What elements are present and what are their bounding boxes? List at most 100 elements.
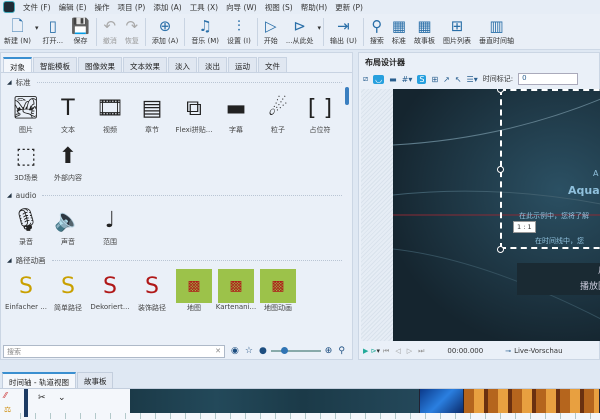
object-item[interactable]: ▬ 字幕 xyxy=(215,91,257,139)
dropdown-icon[interactable]: ▾ xyxy=(318,14,322,32)
section-header[interactable]: ◢ 标准 xyxy=(7,77,352,88)
object-item[interactable]: ☄ 粒子 xyxy=(257,91,299,139)
menu-help[interactable]: 帮助(H) xyxy=(297,2,332,13)
object-item[interactable]: T 文本 xyxy=(47,91,89,139)
handle-bottom[interactable] xyxy=(497,246,504,253)
icon-size-slider[interactable] xyxy=(270,347,321,354)
time-marker-input[interactable]: 0 xyxy=(518,73,579,85)
live-preview-button[interactable]: Live-Vorschau xyxy=(514,347,562,355)
object-item[interactable]: ▤ 章节 xyxy=(131,91,173,139)
toolbar-button-add[interactable]: ⊕ 添加 (A) xyxy=(148,14,182,46)
object-item[interactable]: ⬆ 外部内容 xyxy=(47,139,89,187)
object-item[interactable]: ♩ 范围 xyxy=(89,203,131,251)
frame-icon[interactable]: ⊞ xyxy=(431,75,438,84)
remove-point-icon[interactable]: ↖ xyxy=(455,75,462,84)
toolbar-button-vertical-timeline[interactable]: ▥ 垂直时间轴 xyxy=(475,14,518,46)
toolbar-button-open[interactable]: ▯ 打开... xyxy=(38,14,67,46)
object-item[interactable]: S 简单路径 xyxy=(47,269,89,317)
grid-icon[interactable]: #▾ xyxy=(402,75,413,84)
play-icon[interactable]: ▶ xyxy=(363,347,368,355)
tab-3[interactable]: 文本效果 xyxy=(123,57,167,72)
tab-0[interactable]: 对象 xyxy=(3,57,32,72)
object-item[interactable]: 🏞 图片 xyxy=(5,91,47,139)
toolbar-button-standard-view[interactable]: ▦ 标准 xyxy=(388,14,410,46)
preview-canvas[interactable]: 1 : 1 A Aqua 在此示例中，您将了解 在时间线中，您 户 播放图 xyxy=(393,89,600,341)
toolbar-button-export[interactable]: ⇥ 输出 (U) xyxy=(326,14,361,46)
object-item[interactable]: 🔈 声音 xyxy=(47,203,89,251)
add-point-icon[interactable]: ↗ xyxy=(443,75,450,84)
object-item[interactable]: ⧉ Flexi拼贴... xyxy=(173,91,215,139)
zoom-out-icon[interactable]: ● xyxy=(259,346,267,356)
collapse-icon[interactable]: ◢ xyxy=(7,79,12,86)
clear-icon[interactable]: ✕ xyxy=(215,347,221,356)
tab-1[interactable]: 智能模板 xyxy=(33,57,77,72)
eye-icon[interactable]: ◉ xyxy=(231,346,239,356)
section-header[interactable]: ◢ audio xyxy=(7,191,352,200)
toolbar-button-music[interactable]: ♫ 音乐 (M) xyxy=(187,14,223,46)
tab-5[interactable]: 淡出 xyxy=(198,57,227,72)
select-tool-icon[interactable]: ⧄ xyxy=(363,74,368,84)
toolbar-button-storyboard[interactable]: ▦ 故事板 xyxy=(410,14,439,46)
menu-file[interactable]: 文件 (F) xyxy=(19,2,55,13)
toolbar-button-image-list[interactable]: ⊞ 图片列表 xyxy=(439,14,475,46)
toolbar-button-redo[interactable]: ↷ 恢复 xyxy=(121,14,143,46)
path-tool-icon[interactable]: S xyxy=(417,74,427,84)
star-icon[interactable]: ☆ xyxy=(245,346,253,356)
object-item[interactable]: 🎙 录音 xyxy=(5,203,47,251)
timeline-clip[interactable] xyxy=(420,389,464,413)
scrollbar[interactable] xyxy=(345,85,350,355)
menu-update[interactable]: 更新 (P) xyxy=(331,2,367,13)
collapse-icon[interactable]: ◢ xyxy=(7,192,12,199)
menu-add[interactable]: 添加 (A) xyxy=(149,2,185,13)
line-tool-icon[interactable]: ▬ xyxy=(389,75,397,84)
menu-tools[interactable]: 工具 (X) xyxy=(186,2,222,13)
object-item[interactable]: ⬚ 3D场景 xyxy=(5,139,47,187)
search-input[interactable]: 搜索 ✕ xyxy=(3,344,225,358)
scissors-icon[interactable]: ✂ xyxy=(38,393,46,403)
menu-edit[interactable]: 编辑 (E) xyxy=(55,2,91,13)
zoom-in-icon[interactable]: ⊕ xyxy=(325,346,333,356)
prev-frame-icon[interactable]: ◁ xyxy=(395,347,400,355)
tab-6[interactable]: 运动 xyxy=(228,57,257,72)
tab-4[interactable]: 淡入 xyxy=(168,57,197,72)
object-item[interactable]: ▩ 地图动画 xyxy=(257,269,299,317)
slider-knob[interactable] xyxy=(280,347,288,354)
section-header[interactable]: ◢ 路径动画 xyxy=(7,255,352,266)
handle-middle[interactable] xyxy=(497,166,504,173)
toolbar-button-undo[interactable]: ↶ 撤消 xyxy=(99,14,121,46)
toolbar-button-play[interactable]: ▷ 开始 xyxy=(260,14,282,46)
menu-action[interactable]: 操作 xyxy=(91,2,114,13)
menu-project[interactable]: 项目 (P) xyxy=(114,2,150,13)
tab-7[interactable]: 文件 xyxy=(258,57,287,72)
snap-icon[interactable]: ⁄⁄ xyxy=(4,391,7,400)
audio-track-icon[interactable]: ⚖ xyxy=(4,405,11,414)
transition-icon[interactable]: ⌄ xyxy=(58,393,66,403)
align-icon[interactable]: ☰▾ xyxy=(467,75,478,84)
object-item[interactable]: S Einfacher ... xyxy=(5,269,47,317)
object-item[interactable]: [ ] 占位符 xyxy=(299,91,341,139)
object-item[interactable]: ▩ Kartenani... xyxy=(215,269,257,317)
timeline-clip[interactable] xyxy=(130,389,420,413)
timeline[interactable]: ⁄⁄ ⚖ ✂ ⌄ xyxy=(0,388,600,420)
toolbar-button-save[interactable]: 💾 保存 xyxy=(67,14,94,46)
timeline-clip[interactable] xyxy=(464,389,600,413)
object-item[interactable]: S Dekoriert... xyxy=(89,269,131,317)
object-item[interactable]: S 装饰路径 xyxy=(131,269,173,317)
curve-tool-icon[interactable]: ◡ xyxy=(373,74,385,84)
object-item[interactable]: 🎞 视频 xyxy=(89,91,131,139)
last-frame-icon[interactable]: ⏭ xyxy=(418,347,424,356)
menu-wizard[interactable]: 向导 (W) xyxy=(222,2,261,13)
dropdown-icon[interactable]: ▾ xyxy=(377,347,381,355)
toolbar-button-play-from-here[interactable]: ⊳ ...从此处 xyxy=(282,14,318,46)
time-ruler[interactable] xyxy=(20,413,600,419)
toolbar-button-settings[interactable]: ⫶ 设置 (I) xyxy=(223,14,255,46)
tab-2[interactable]: 图像效果 xyxy=(78,57,122,72)
first-frame-icon[interactable]: ⏮ xyxy=(383,347,389,356)
next-frame-icon[interactable]: ▷ xyxy=(407,347,412,355)
toolbar-button-new-file[interactable]: 🗋 新建 (N) xyxy=(0,14,35,46)
collapse-icon[interactable]: ◢ xyxy=(7,257,12,264)
menu-view[interactable]: 视图 (S) xyxy=(261,2,297,13)
object-item[interactable]: ▩ 地图 xyxy=(173,269,215,317)
magnifier-icon[interactable]: ⚲ xyxy=(338,346,345,356)
toolbar-button-search[interactable]: ⚲ 搜索 xyxy=(366,14,388,46)
